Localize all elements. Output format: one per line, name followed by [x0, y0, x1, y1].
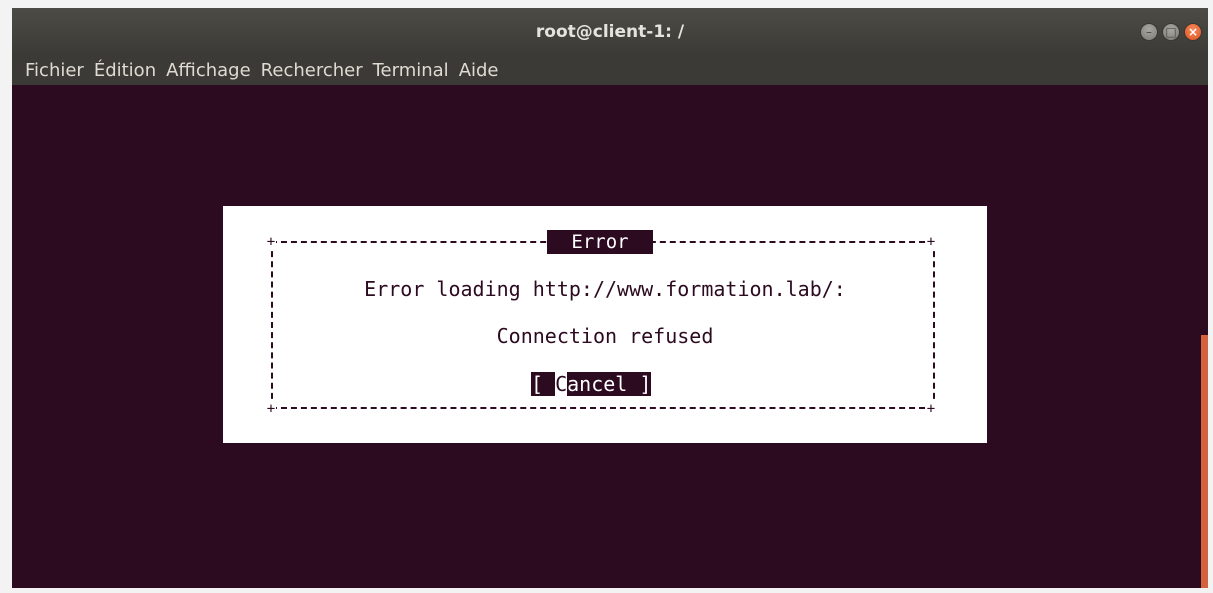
border-corner: + [266, 401, 276, 417]
minimize-icon[interactable]: – [1140, 23, 1158, 41]
cancel-hotkey: C [555, 372, 568, 396]
error-detail: Connection refused [496, 324, 714, 348]
menu-item-terminal[interactable]: Terminal [373, 60, 449, 81]
border-corner: + [266, 234, 276, 250]
cancel-label: ancel [567, 372, 640, 396]
menu-item-fichier[interactable]: Fichier [25, 60, 84, 81]
menu-item-edition[interactable]: Édition [94, 60, 156, 81]
cancel-bracket-close: ] [639, 372, 652, 396]
window-controls: – □ × [1140, 23, 1202, 41]
menu-item-affichage[interactable]: Affichage [166, 60, 251, 81]
border-corner: + [926, 234, 936, 250]
menu-item-aide[interactable]: Aide [459, 60, 499, 81]
menu-bar: Fichier Édition Affichage Rechercher Ter… [12, 56, 1208, 85]
close-icon[interactable]: × [1184, 23, 1202, 41]
cancel-button[interactable]: [ C ancel ] [531, 372, 652, 396]
title-bar[interactable]: root@client-1: / – □ × [12, 8, 1208, 57]
error-dialog: + + + + Error Error loading http://www.f… [223, 206, 987, 443]
dialog-title: Error [547, 230, 653, 254]
cancel-bracket-open: [ [531, 372, 556, 396]
error-message: Error loading http://www.formation.lab/: [364, 277, 846, 301]
window-title: root@client-1: / [535, 22, 685, 42]
border-corner: + [926, 401, 936, 417]
maximize-icon[interactable]: □ [1162, 23, 1180, 41]
menu-item-rechercher[interactable]: Rechercher [261, 60, 363, 81]
scrollbar[interactable] [1201, 335, 1208, 588]
terminal-window: root@client-1: / – □ × Fichier Édition A… [12, 8, 1208, 588]
